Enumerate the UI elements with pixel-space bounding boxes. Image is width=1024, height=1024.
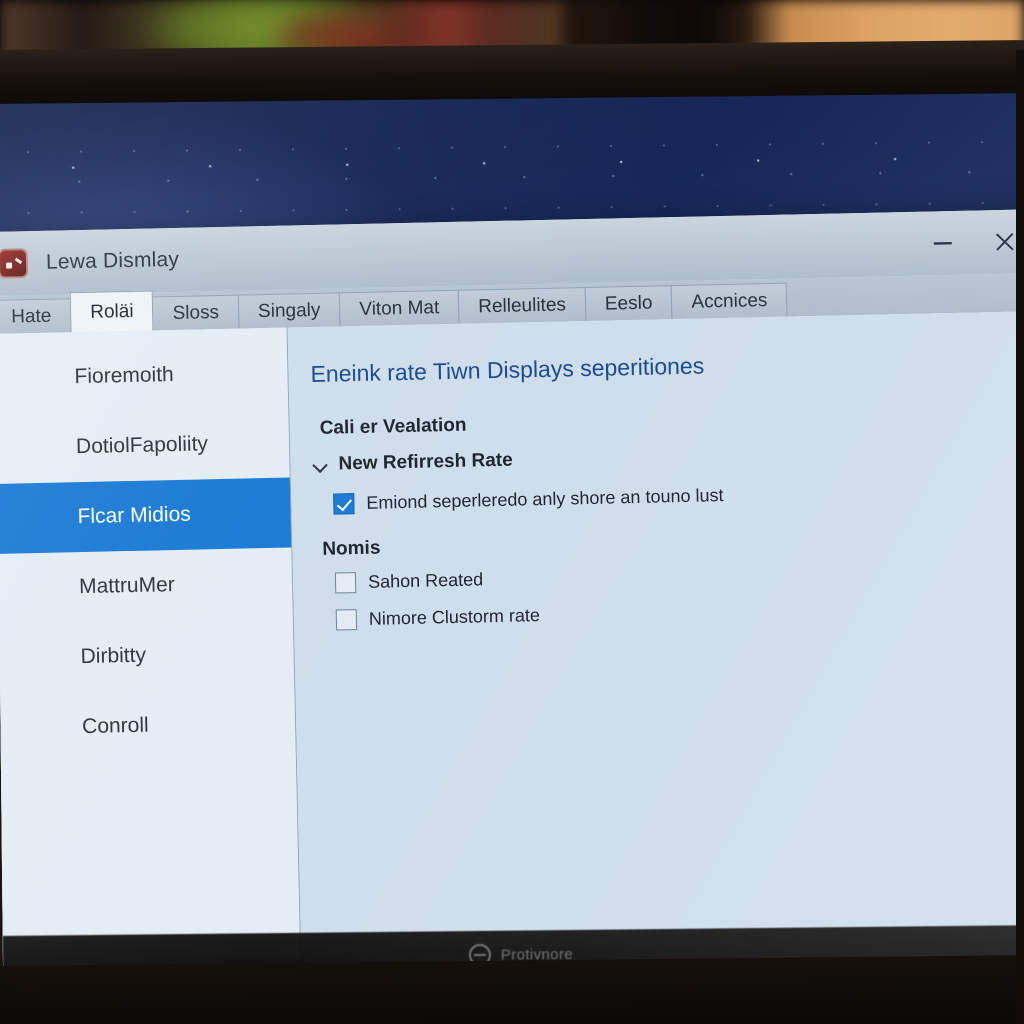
sidebar-item-dotiolfapoliity[interactable]: DotiolFapoliity [0, 408, 290, 485]
group-label-calibration: Cali er Vealation [319, 414, 467, 439]
checkbox-row-nimore-clustorm-rate[interactable]: Nimore Clustorm rate [335, 595, 1016, 631]
tab-rolai[interactable]: Roläi [69, 290, 154, 333]
content-heading: Eneink rate Tiwn Displays seperitiones [310, 352, 705, 388]
checkbox-sahon-reated-label: Sahon Reated [367, 569, 484, 592]
window-title: Lewa Dismlay [45, 247, 180, 274]
tab-hate[interactable]: Hate [0, 298, 72, 334]
chevron-down-icon [312, 460, 328, 470]
sidebar-item-dirbitty[interactable]: Dirbitty [0, 617, 294, 694]
tab-viton-mat[interactable]: Viton Mat [338, 289, 460, 327]
sidebar-item-flcar-midios[interactable]: Flcar Midios [0, 477, 292, 555]
sidebar-item-conroll[interactable]: Conroll [0, 687, 296, 764]
settings-content-panel: Eneink rate Tiwn Displays seperitiones C… [287, 311, 1024, 974]
monitor-bezel-bottom [0, 955, 1024, 1024]
app-icon [0, 248, 29, 279]
tab-sloss[interactable]: Sloss [152, 294, 240, 331]
sub-group-label-nomis: Nomis [322, 537, 381, 560]
tab-singaly[interactable]: Singaly [237, 292, 341, 329]
checkbox-row-primary[interactable]: Emiond seperleredo anly shore an touno l… [333, 479, 1013, 515]
refresh-rate-expander[interactable]: New Refirresh Rate [312, 439, 1012, 476]
desktop-screen: Lewa Dismlay Hate Roläi Sloss Singaly Vi… [0, 93, 1024, 984]
checkbox-row-sahon-reated[interactable]: Sahon Reated [334, 558, 1015, 594]
sidebar-item-mattrumer[interactable]: MattruMer [0, 547, 293, 624]
tab-accnices[interactable]: Accnices [671, 282, 788, 320]
dialog-body: Fioremoith DotiolFapoliity Flcar Midios … [0, 311, 1024, 980]
expander-label: New Refirresh Rate [338, 449, 513, 475]
checkbox-nimore-clustorm-rate[interactable] [335, 609, 358, 631]
window-controls [911, 209, 1024, 276]
checkbox-sahon-reated[interactable] [334, 572, 357, 594]
settings-sidebar: Fioremoith DotiolFapoliity Flcar Midios … [0, 327, 302, 980]
checkbox-primary-label: Emiond seperleredo anly shore an touno l… [366, 485, 724, 513]
screenshot-stage: Lewa Dismlay Hate Roläi Sloss Singaly Vi… [0, 0, 1024, 1024]
checkbox-nimore-clustorm-rate-label: Nimore Clustorm rate [368, 605, 541, 629]
minimize-button[interactable] [911, 211, 974, 276]
tab-eeslo[interactable]: Eeslo [584, 285, 673, 322]
monitor-bezel-right [1016, 50, 1024, 1024]
tab-relleulites[interactable]: Relleulites [457, 287, 587, 324]
checkbox-primary[interactable] [333, 493, 355, 515]
sidebar-item-fioremoith[interactable]: Fioremoith [0, 338, 288, 415]
display-settings-dialog: Lewa Dismlay Hate Roläi Sloss Singaly Vi… [0, 209, 1024, 984]
